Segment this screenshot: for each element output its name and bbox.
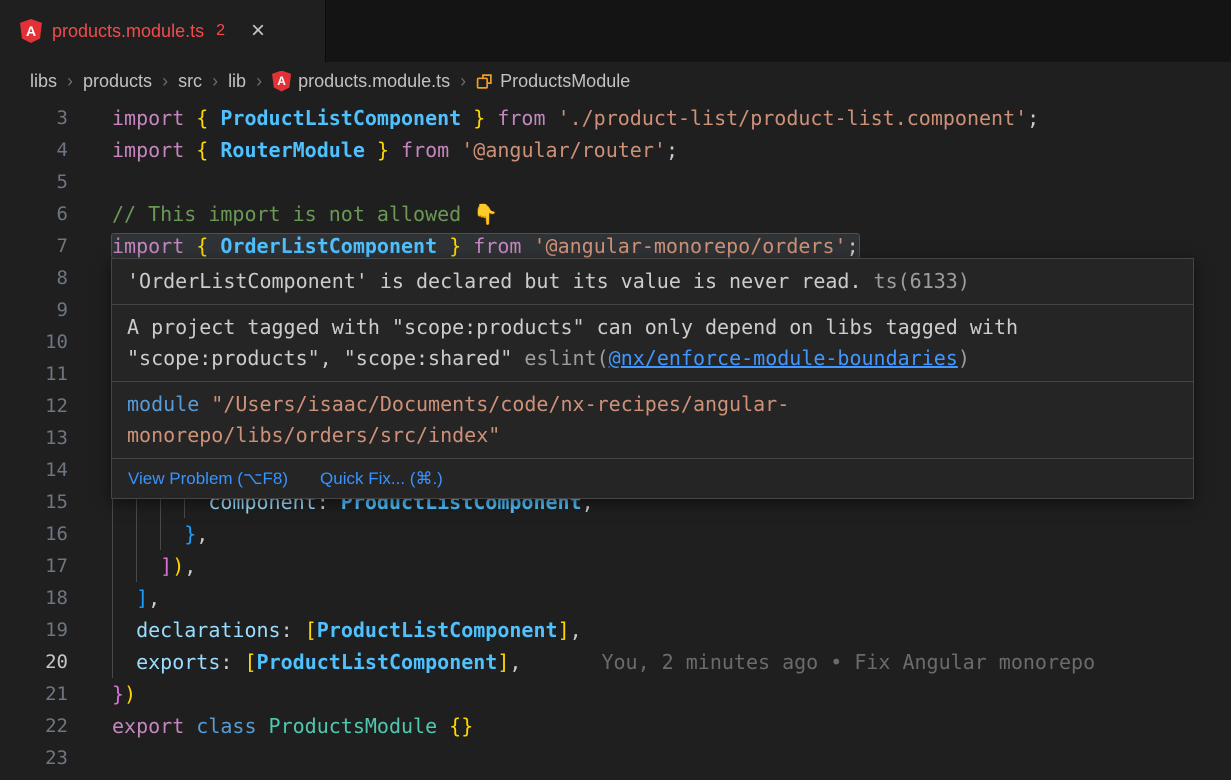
breadcrumb: libs › products › src › lib › Aproducts.module.t…: [0, 62, 1231, 100]
line-number[interactable]: 4: [0, 134, 68, 166]
code-editor: 3 import { ProductListComponent } from '.…: [0, 100, 1231, 780]
angular-icon: A: [272, 71, 291, 92]
code-text[interactable]: declarations: [ProductListComponent],: [112, 614, 582, 646]
line-number[interactable]: 18: [0, 582, 68, 614]
breadcrumb-item-productsmodule[interactable]: ProductsModule: [476, 71, 630, 92]
tab-title: products.module.ts: [52, 21, 204, 42]
code-line-21[interactable]: 21}): [0, 678, 1231, 710]
line-number[interactable]: 11: [0, 358, 68, 390]
line-number[interactable]: 12: [0, 390, 68, 422]
code-text[interactable]: }): [112, 678, 136, 710]
tab-bar: A products.module.ts 2 ×: [0, 0, 1231, 62]
hover-ts-diagnostic: 'OrderListComponent' is declared but its…: [112, 259, 1193, 305]
code-line-6[interactable]: 6 // This import is not allowed 👇: [0, 198, 1231, 230]
class-symbol-icon: [476, 73, 493, 90]
code-text[interactable]: import { RouterModule } from '@angular/r…: [112, 134, 678, 166]
vscode-window: A products.module.ts 2 × libs › products › s…: [0, 0, 1231, 780]
angular-icon: A: [20, 19, 42, 43]
diagnostic-hover-popup: 'OrderListComponent' is declared but its…: [111, 258, 1194, 499]
line-number[interactable]: 6: [0, 198, 68, 230]
git-blame-annotation: You, 2 minutes ago • Fix Angular monorep…: [601, 650, 1095, 674]
line-number[interactable]: 23: [0, 742, 68, 774]
code-line-16[interactable]: 16 },: [0, 518, 1231, 550]
code-text[interactable]: },: [112, 518, 208, 550]
line-number[interactable]: 14: [0, 454, 68, 486]
code-text[interactable]: import { ProductListComponent } from './…: [112, 102, 1039, 134]
code-line-18[interactable]: 18 ],: [0, 582, 1231, 614]
breadcrumb-item-libs[interactable]: libs: [30, 71, 57, 92]
line-number[interactable]: 21: [0, 678, 68, 710]
line-number[interactable]: 13: [0, 422, 68, 454]
hover-module-info: module "/Users/isaac/Documents/code/nx-r…: [112, 382, 1193, 459]
quick-fix-link[interactable]: Quick Fix... (⌘.): [320, 465, 443, 492]
code-line-22[interactable]: 22 export class ProductsModule {}: [0, 710, 1231, 742]
breadcrumb-separator: ›: [256, 71, 262, 92]
line-number[interactable]: 17: [0, 550, 68, 582]
breadcrumb-item-products[interactable]: products: [83, 71, 152, 92]
code-line-23[interactable]: 23: [0, 742, 1231, 774]
breadcrumb-separator: ›: [212, 71, 218, 92]
line-number[interactable]: 19: [0, 614, 68, 646]
code-line-3[interactable]: 3 import { ProductListComponent } from '.…: [0, 102, 1231, 134]
hover-eslint-diagnostic: A project tagged with "scope:products" c…: [112, 305, 1193, 382]
error-squiggle-highlight: import { OrderListComponent } from '@ang…: [112, 234, 859, 258]
code-line-4[interactable]: 4 import { RouterModule } from '@angular/…: [0, 134, 1231, 166]
line-number[interactable]: 9: [0, 294, 68, 326]
tab-products-module[interactable]: A products.module.ts 2 ×: [0, 0, 326, 62]
code-text[interactable]: // This import is not allowed 👇: [112, 198, 498, 230]
line-number[interactable]: 3: [0, 102, 68, 134]
line-number[interactable]: 22: [0, 710, 68, 742]
line-number[interactable]: 7: [0, 230, 68, 262]
code-text[interactable]: exports: [ProductListComponent],You, 2 m…: [112, 646, 1095, 678]
tab-problems-badge: 2: [216, 22, 225, 40]
hover-action-bar: View Problem (⌥F8) Quick Fix... (⌘.): [112, 459, 1193, 498]
breadcrumb-separator: ›: [460, 71, 466, 92]
line-number[interactable]: 16: [0, 518, 68, 550]
code-line-19[interactable]: 19 declarations: [ProductListComponent],: [0, 614, 1231, 646]
code-text[interactable]: ],: [112, 582, 160, 614]
breadcrumb-separator: ›: [162, 71, 168, 92]
code-text[interactable]: export class ProductsModule {}: [112, 710, 473, 742]
breadcrumb-item-lib[interactable]: lib: [228, 71, 246, 92]
code-line-5[interactable]: 5: [0, 166, 1231, 198]
view-problem-link[interactable]: View Problem (⌥F8): [128, 465, 288, 492]
line-number[interactable]: 5: [0, 166, 68, 198]
code-text[interactable]: ]),: [112, 550, 196, 582]
code-line-20[interactable]: 20 exports: [ProductListComponent],You, …: [0, 646, 1231, 678]
line-number[interactable]: 15: [0, 486, 68, 518]
line-number[interactable]: 10: [0, 326, 68, 358]
eslint-rule-link[interactable]: @nx/enforce-module-boundaries: [609, 346, 958, 370]
breadcrumb-item-src[interactable]: src: [178, 71, 202, 92]
line-number[interactable]: 20: [0, 646, 68, 678]
close-icon[interactable]: ×: [251, 19, 265, 43]
code-line-17[interactable]: 17 ]),: [0, 550, 1231, 582]
line-number[interactable]: 8: [0, 262, 68, 294]
breadcrumb-item-products-module-ts[interactable]: Aproducts.module.ts: [272, 71, 450, 92]
breadcrumb-separator: ›: [67, 71, 73, 92]
